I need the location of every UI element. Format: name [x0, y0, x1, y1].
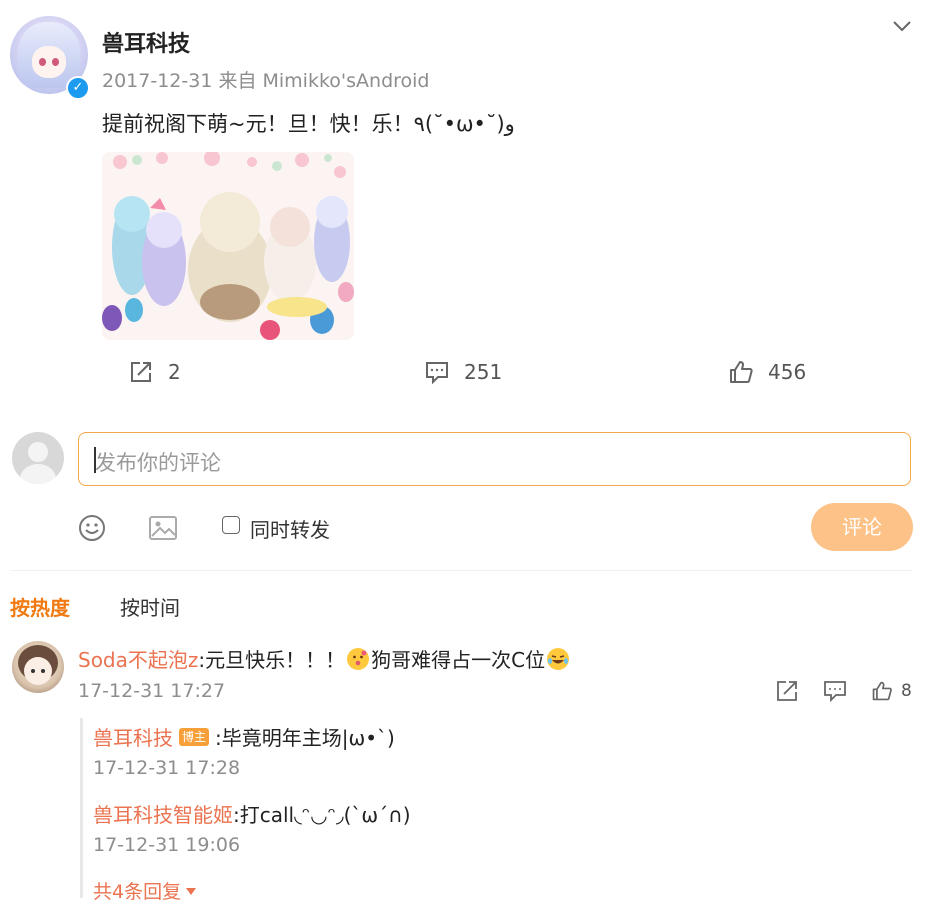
reply-time: 17-12-31 17:28: [93, 757, 241, 779]
comment-like-button[interactable]: 8: [871, 680, 912, 702]
post-author-name[interactable]: 兽耳科技: [102, 26, 190, 58]
also-repost-checkbox[interactable]: [222, 516, 240, 534]
repost-count: 2: [168, 360, 181, 384]
author-badge: 博主: [179, 727, 210, 746]
reply-time: 17-12-31 19:06: [93, 834, 241, 856]
reply-thread-line: [80, 718, 83, 898]
reply-author[interactable]: 兽耳科技: [93, 722, 173, 751]
reply-text: :打call◟ᵔ◡ᵔ◞(ˋωˊ∩): [233, 803, 411, 827]
tab-sort-hot[interactable]: 按热度: [10, 592, 70, 621]
emoji-icon[interactable]: [78, 514, 106, 542]
commenter-name[interactable]: Soda不起泡z: [78, 644, 198, 673]
comment-thumbs-up-icon: [872, 681, 892, 701]
reply-author[interactable]: 兽耳科技智能姬: [93, 799, 233, 828]
my-avatar: [12, 432, 64, 484]
emoji-laugh-cry-icon: [547, 647, 570, 670]
tab-sort-time[interactable]: 按时间: [120, 592, 180, 621]
comment-button[interactable]: 251: [424, 358, 502, 386]
comment-like-count: 8: [901, 681, 912, 701]
reply-item: 兽耳科技智能姬 :打call◟ᵔ◡ᵔ◞(ˋωˊ∩): [93, 799, 411, 828]
also-repost-label[interactable]: 同时转发: [250, 514, 330, 543]
comment-count: 251: [464, 360, 503, 384]
post-meta: 2017-12-31 来自 Mimikko'sAndroid: [102, 70, 430, 92]
chevron-down-icon[interactable]: [890, 14, 914, 38]
emoji-kiss-icon: [347, 647, 370, 670]
comment-text: Soda不起泡z :元旦快乐！！！ 狗哥难得占一次C位: [78, 644, 571, 673]
comment-reply-icon[interactable]: [823, 680, 847, 702]
comment-repost-icon[interactable]: [775, 680, 799, 702]
repost-button[interactable]: 2: [128, 358, 181, 386]
comment-text-part2: 狗哥难得占一次C位: [371, 648, 546, 672]
comment-text-part1: :元旦快乐！！！: [198, 648, 346, 672]
repost-icon: [131, 362, 151, 382]
comment-time: 17-12-31 17:27: [78, 680, 226, 702]
more-replies-label: 共4条回复: [93, 881, 182, 903]
like-button[interactable]: 456: [728, 358, 806, 386]
comment-input[interactable]: 发布你的评论: [78, 432, 911, 486]
image-upload-icon[interactable]: [148, 514, 178, 542]
thumbs-up-icon: [730, 361, 753, 383]
submit-comment-button[interactable]: 评论: [811, 503, 913, 551]
comment-input-placeholder: 发布你的评论: [95, 451, 221, 475]
comment-icon: [426, 362, 448, 385]
verified-check-icon: ✓: [66, 76, 90, 100]
commenter-avatar[interactable]: [12, 641, 64, 693]
reply-text: :毕竟明年主场|ω•`): [215, 726, 395, 750]
more-replies-link[interactable]: 共4条回复: [93, 877, 197, 904]
divider: [10, 570, 912, 571]
caret-down-icon: [186, 887, 197, 895]
reply-item: 兽耳科技 博主 :毕竟明年主场|ω•`): [93, 722, 395, 751]
post-text: 提前祝阁下萌~元！旦！快！乐！٩(˘•ω•˘)و: [102, 112, 515, 136]
like-count: 456: [768, 360, 807, 384]
post-image[interactable]: [102, 152, 354, 340]
